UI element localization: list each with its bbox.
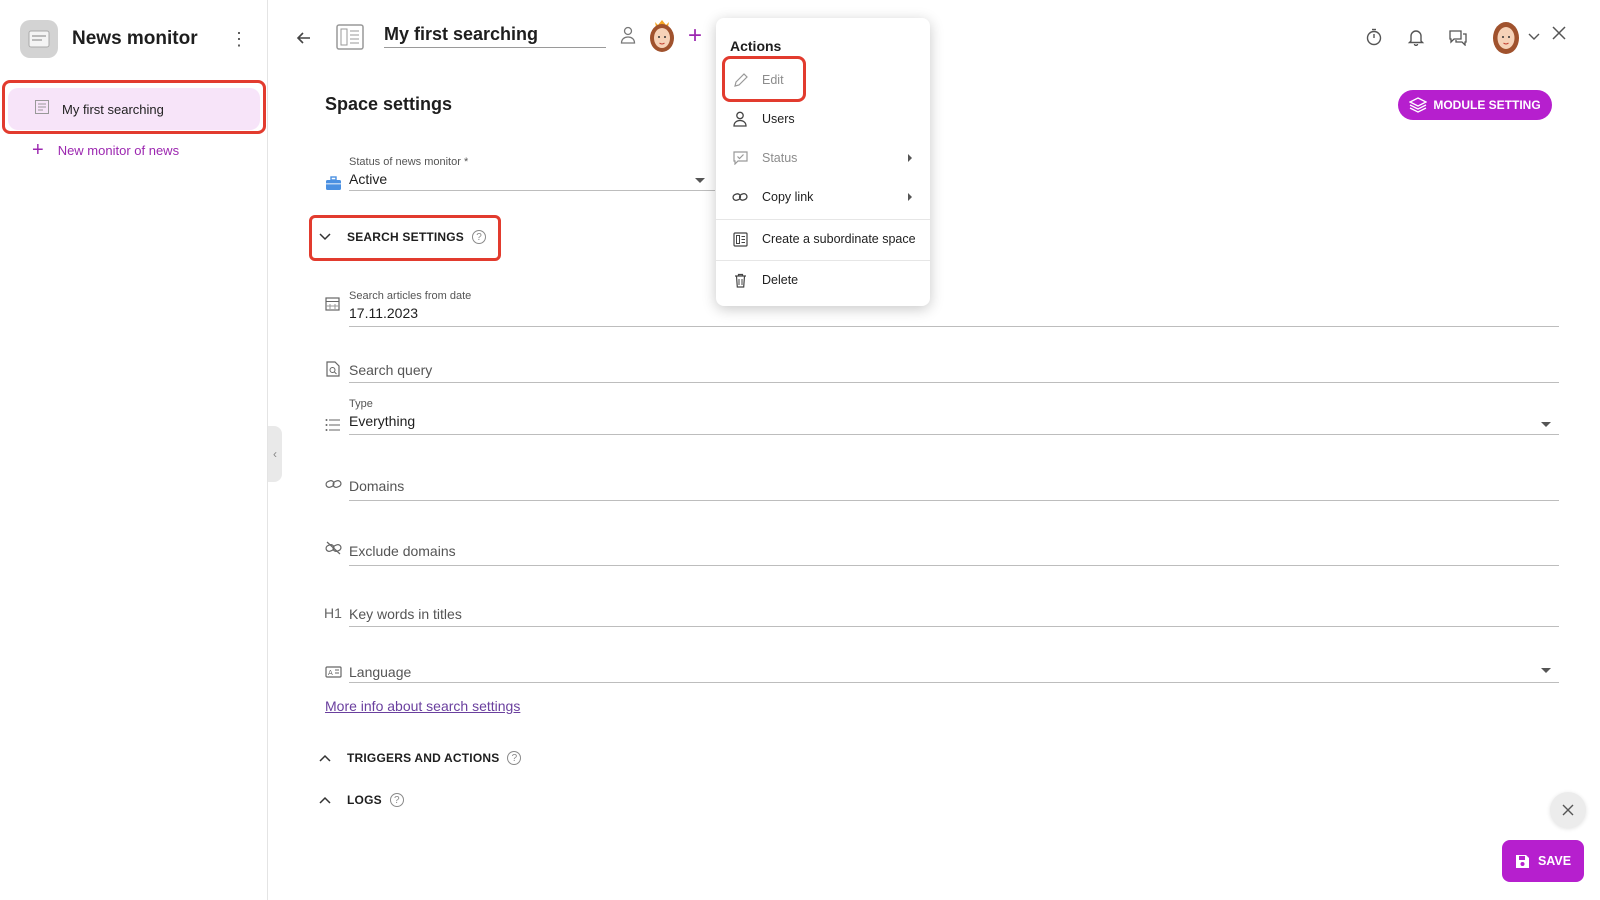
menu-item-copy-link[interactable]: Copy link: [716, 178, 930, 216]
pencil-icon: [732, 72, 748, 88]
search-settings-label: SEARCH SETTINGS: [347, 230, 465, 244]
timer-icon[interactable]: [1364, 27, 1384, 47]
type-value: Everything: [349, 410, 1559, 435]
language-placeholder: Language: [349, 662, 1559, 683]
search-document-icon: [326, 361, 340, 382]
submenu-arrow-icon: [908, 154, 912, 162]
briefcase-icon: [325, 176, 342, 196]
menu-item-create-subordinate[interactable]: Create a subordinate space: [716, 220, 930, 258]
language-dropdown-caret-icon: [1541, 668, 1551, 673]
status-label: Status of news monitor: [349, 156, 461, 168]
exclude-domains-field[interactable]: Exclude domains: [349, 541, 1559, 566]
sidebar-item-label: My first searching: [62, 101, 164, 117]
help-icon[interactable]: ?: [472, 230, 487, 244]
document-icon: [34, 99, 50, 120]
close-icon[interactable]: [1552, 26, 1566, 45]
from-date-value: 17.11.2023: [349, 302, 1559, 327]
bell-icon[interactable]: [1406, 27, 1426, 47]
actions-menu: Actions Edit Users Status Copy link Crea…: [716, 18, 930, 306]
floppy-disk-icon: [1515, 854, 1529, 868]
module-setting-label: MODULE SETTING: [1433, 98, 1541, 112]
triggers-section-toggle[interactable]: TRIGGERS AND ACTIONS ?: [319, 751, 522, 765]
exclude-domains-placeholder: Exclude domains: [349, 541, 1559, 566]
add-member-plus-icon[interactable]: +: [688, 22, 702, 50]
page-title: Space settings: [325, 94, 453, 114]
heading-h1-icon: H1: [324, 605, 342, 621]
back-arrow-icon[interactable]: [292, 26, 316, 50]
type-dropdown-caret-icon: [1541, 422, 1551, 427]
status-check-icon: [732, 150, 748, 166]
user-icon: [732, 111, 748, 127]
space-document-icon: [336, 24, 364, 55]
required-mark: *: [463, 156, 469, 168]
chevron-down-icon: [1528, 33, 1540, 40]
link-icon: [732, 189, 748, 205]
user-avatar: [1493, 22, 1519, 54]
menu-item-edit[interactable]: Edit: [716, 61, 930, 99]
chat-icon[interactable]: [1448, 27, 1468, 47]
logs-section-toggle[interactable]: LOGS ?: [319, 793, 404, 807]
triggers-label: TRIGGERS AND ACTIONS: [347, 751, 500, 765]
layers-icon: [1409, 97, 1428, 113]
link-off-icon: [325, 541, 342, 560]
logs-label: LOGS: [347, 793, 382, 807]
sidebar: News monitor ⋮ My first searching + New …: [0, 0, 268, 900]
trash-icon: [732, 272, 748, 288]
calendar-icon: [325, 296, 340, 316]
actions-menu-title: Actions: [730, 38, 782, 54]
user-outline-icon[interactable]: [620, 26, 636, 49]
keywords-placeholder: Key words in titles: [349, 604, 1559, 627]
link-icon: [325, 477, 342, 495]
chevron-up-icon: [319, 754, 331, 762]
keywords-field[interactable]: Key words in titles: [349, 604, 1559, 627]
new-monitor-label: New monitor of news: [57, 142, 180, 158]
plus-icon: +: [32, 139, 44, 161]
language-select[interactable]: Language: [349, 662, 1559, 683]
chevron-up-icon: [319, 796, 331, 804]
search-query-field[interactable]: Search query: [349, 360, 1559, 383]
search-settings-section-toggle[interactable]: SEARCH SETTINGS ?: [319, 230, 487, 244]
status-field[interactable]: Status of news monitor * Active: [349, 156, 715, 191]
space-icon: [732, 231, 748, 247]
domains-placeholder: Domains: [349, 476, 1559, 501]
collapse-sidebar-handle[interactable]: ‹: [268, 426, 282, 482]
menu-item-status[interactable]: Status: [716, 139, 930, 177]
space-title-field[interactable]: My first searching: [384, 24, 606, 48]
domains-field[interactable]: Domains: [349, 476, 1559, 501]
dismiss-close-icon[interactable]: [1550, 792, 1586, 828]
help-icon[interactable]: ?: [389, 793, 404, 807]
user-menu[interactable]: [1490, 18, 1540, 56]
save-button[interactable]: SAVE: [1502, 840, 1584, 882]
submenu-arrow-icon: [908, 193, 912, 201]
save-label: SAVE: [1537, 854, 1572, 868]
top-right-toolbar: [1364, 18, 1540, 56]
type-label: Type: [349, 398, 373, 410]
language-icon: A: [325, 665, 342, 683]
app-title: News monitor: [72, 28, 198, 49]
owner-avatar[interactable]: [646, 16, 678, 59]
menu-item-delete[interactable]: Delete: [716, 261, 930, 299]
more-info-link[interactable]: More info about search settings: [325, 698, 520, 714]
help-icon[interactable]: ?: [507, 751, 522, 765]
more-vert-icon[interactable]: ⋮: [227, 27, 251, 51]
type-select[interactable]: Type Everything: [349, 398, 1559, 435]
search-query-placeholder: Search query: [349, 360, 1559, 383]
module-setting-button[interactable]: MODULE SETTING: [1398, 90, 1552, 120]
app-header: News monitor ⋮: [20, 20, 251, 58]
from-date-label: Search articles from date: [349, 290, 472, 302]
list-icon: [325, 418, 341, 437]
app-logo-icon: [20, 20, 58, 58]
menu-item-users[interactable]: Users: [716, 100, 930, 138]
new-monitor-link[interactable]: + New monitor of news: [32, 140, 179, 160]
status-value: Active: [349, 168, 715, 191]
chevron-down-icon: [319, 233, 331, 241]
svg-text:A: A: [328, 669, 333, 677]
from-date-field[interactable]: Search articles from date 17.11.2023: [349, 290, 1559, 327]
sidebar-item-my-first-searching[interactable]: My first searching: [8, 88, 260, 130]
status-dropdown-caret-icon: [695, 178, 705, 183]
